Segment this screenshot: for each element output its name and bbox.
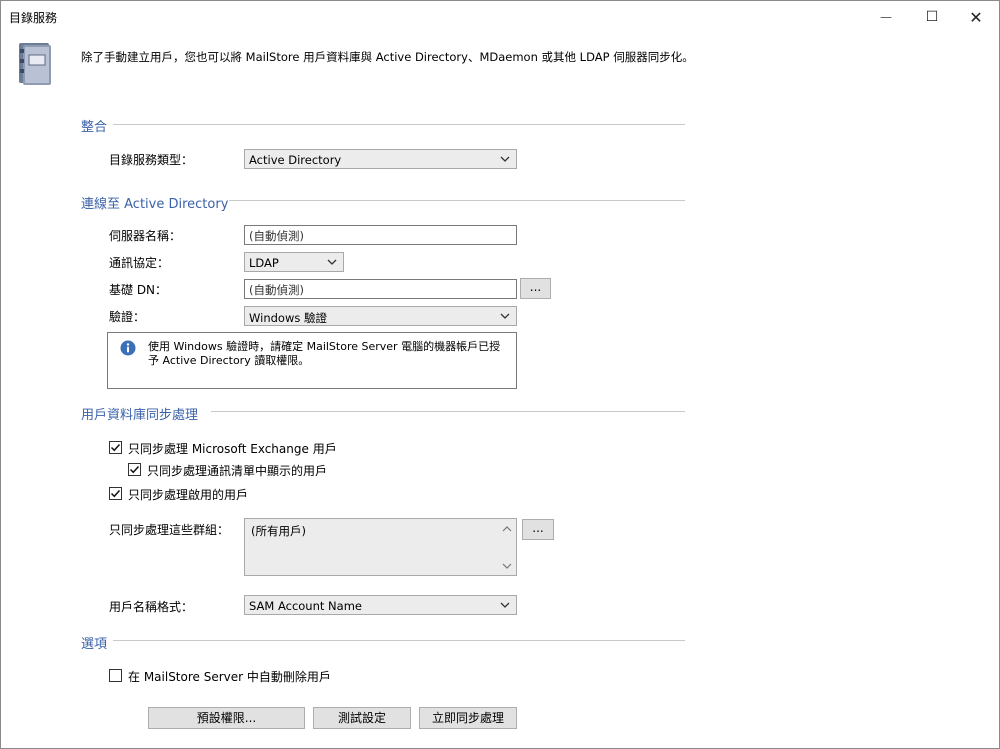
section-sync-title: 用戶資料庫同步處理 — [81, 408, 199, 423]
scroll-up-icon[interactable] — [502, 525, 512, 533]
maximize-icon: ☐ — [925, 9, 939, 25]
info-box: 使用 Windows 驗證時，請確定 MailStore Server 電腦的機… — [107, 332, 517, 389]
header-description: 除了手動建立用戶，您也可以將 MailStore 用戶資料庫與 Active D… — [81, 50, 694, 64]
protocol-select[interactable]: LDAP — [244, 252, 344, 272]
username-format-label: 用戶名稱格式： — [109, 600, 194, 614]
checkmark-icon — [129, 465, 140, 474]
directory-type-label: 目錄服務類型： — [109, 153, 194, 167]
protocol-value: LDAP — [249, 256, 279, 270]
chevron-down-icon — [327, 259, 337, 265]
groups-browse-button[interactable]: ... — [522, 519, 554, 540]
server-name-input[interactable]: (自動偵測) — [244, 225, 517, 245]
base-dn-input[interactable]: (自動偵測) — [244, 279, 517, 299]
section-divider — [113, 124, 685, 125]
close-icon: ✕ — [969, 7, 983, 27]
username-format-select[interactable]: SAM Account Name — [244, 595, 517, 615]
minimize-button[interactable]: — — [863, 1, 909, 33]
directory-type-value: Active Directory — [249, 153, 342, 167]
info-icon — [120, 340, 136, 356]
base-dn-label: 基礎 DN： — [109, 283, 168, 297]
title-bar: 目錄服務 — ☐ ✕ — [1, 1, 999, 33]
base-dn-browse-button[interactable]: ... — [520, 278, 551, 299]
sync-enabled-label: 只同步處理啟用的用戶 — [128, 488, 249, 502]
checkmark-icon — [110, 489, 121, 498]
address-book-icon — [19, 43, 51, 85]
section-divider — [229, 200, 685, 201]
sync-now-button[interactable]: 立即同步處理 — [419, 707, 517, 729]
directory-type-select[interactable]: Active Directory — [244, 149, 517, 169]
chevron-down-icon — [500, 156, 510, 162]
scroll-down-icon[interactable] — [502, 562, 512, 570]
checkmark-icon — [110, 443, 121, 452]
close-button[interactable]: ✕ — [953, 1, 999, 33]
groups-label: 只同步處理這些群組： — [109, 523, 230, 537]
sync-enabled-checkbox[interactable] — [109, 487, 122, 500]
window-title: 目錄服務 — [9, 11, 58, 25]
sync-exchange-label: 只同步處理 Microsoft Exchange 用戶 — [128, 442, 337, 456]
sync-exchange-checkbox[interactable] — [109, 441, 122, 454]
groups-listbox[interactable]: (所有用戶) — [244, 518, 517, 576]
server-name-label: 伺服器名稱： — [109, 229, 182, 243]
directory-services-window: 目錄服務 — ☐ ✕ 除了手動建立用戶，您也可以將 MailStore 用戶資料… — [0, 0, 1000, 749]
section-integration-title: 整合 — [81, 120, 108, 135]
auto-delete-checkbox[interactable] — [109, 669, 122, 682]
authentication-select[interactable]: Windows 驗證 — [244, 306, 517, 326]
section-divider — [211, 411, 685, 412]
authentication-label: 驗證： — [109, 310, 146, 324]
default-permissions-button[interactable]: 預設權限... — [148, 707, 305, 729]
maximize-button[interactable]: ☐ — [909, 1, 955, 33]
info-text: 使用 Windows 驗證時，請確定 MailStore Server 電腦的機… — [148, 340, 501, 367]
section-divider — [113, 640, 685, 641]
base-dn-value: (自動偵測) — [249, 283, 304, 297]
chevron-down-icon — [500, 313, 510, 319]
sync-addressbook-checkbox[interactable] — [128, 463, 141, 476]
username-format-value: SAM Account Name — [249, 599, 362, 613]
authentication-value: Windows 驗證 — [249, 311, 327, 325]
section-options-title: 選項 — [81, 637, 108, 652]
minimize-icon: — — [880, 10, 892, 24]
auto-delete-label: 在 MailStore Server 中自動刪除用戶 — [128, 670, 331, 684]
groups-value: (所有用戶) — [251, 524, 306, 538]
sync-addressbook-label: 只同步處理通訊清單中顯示的用戶 — [147, 464, 328, 478]
chevron-down-icon — [500, 602, 510, 608]
test-settings-button[interactable]: 測試設定 — [313, 707, 411, 729]
protocol-label: 通訊協定： — [109, 256, 170, 270]
server-name-value: (自動偵測) — [249, 229, 304, 243]
section-connection-title: 連線至 Active Directory — [81, 197, 229, 212]
